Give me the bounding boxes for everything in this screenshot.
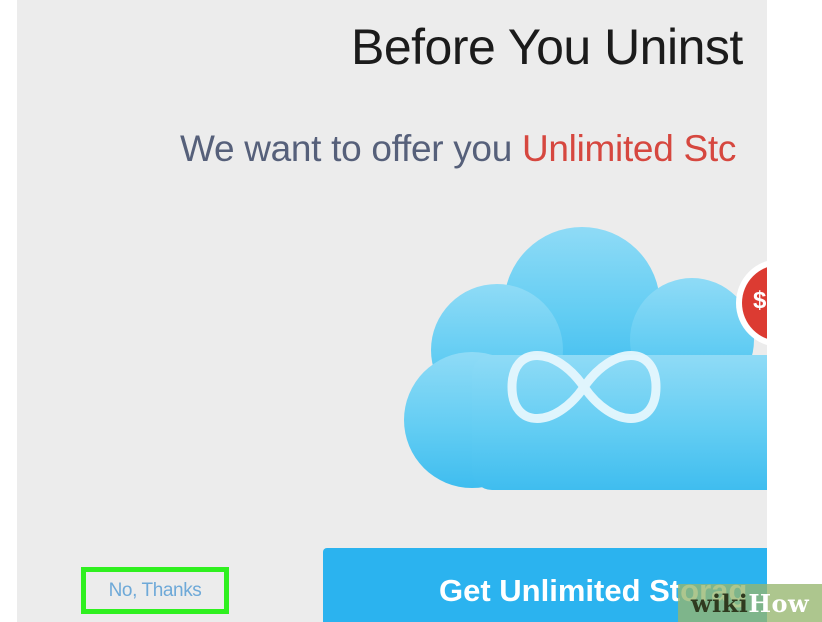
offer-prefix: We want to offer you — [180, 128, 522, 169]
screenshot-stage: Before You Uninst We want to offer you U… — [0, 0, 822, 622]
uninstall-dialog: Before You Uninst We want to offer you U… — [17, 0, 767, 622]
watermark-part2: How — [748, 588, 810, 618]
cloud-infinity-icon — [404, 227, 767, 490]
badge-symbol: $ — [753, 287, 767, 314]
cloud-illustration: $ — [402, 225, 767, 505]
offer-highlight: Unlimited Stc — [521, 128, 737, 169]
watermark-part1: wiki — [690, 588, 749, 618]
offer-text: We want to offer you Unlimited Stc — [180, 128, 736, 170]
no-thanks-link[interactable]: No, Thanks — [81, 567, 229, 614]
dialog-title: Before You Uninst — [351, 19, 743, 75]
wikihow-watermark: wiki How — [678, 584, 822, 622]
